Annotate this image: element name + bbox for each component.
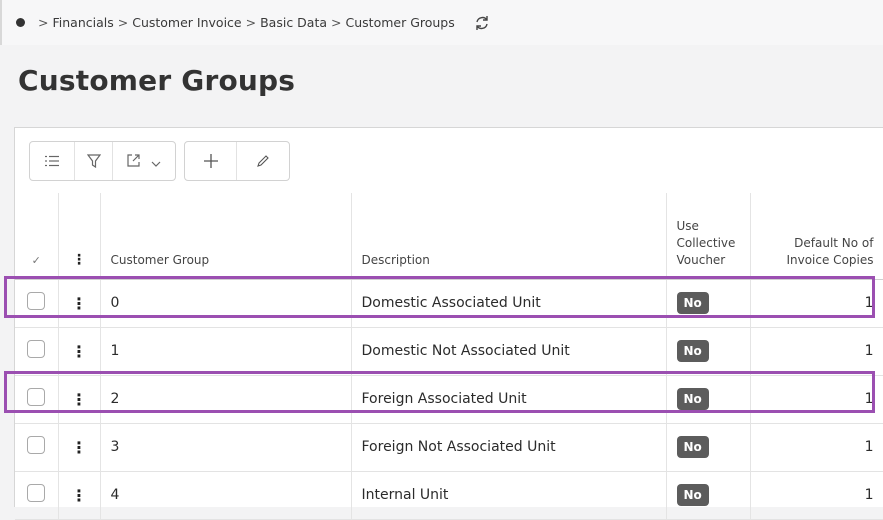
header-use-collective-voucher[interactable]: Use Collective Voucher <box>666 193 751 280</box>
header-customer-group[interactable]: Customer Group <box>100 193 352 280</box>
row-kebab-icon[interactable]: ⋮ <box>58 327 101 376</box>
cell-customer-group: 2 <box>100 375 352 424</box>
row-kebab-icon[interactable]: ⋮ <box>58 375 101 424</box>
cell-description: Foreign Not Associated Unit <box>351 423 667 472</box>
customer-groups-panel: ✓ ⋮ Customer Group Description Use Colle… <box>14 127 883 520</box>
voucher-badge: No <box>676 292 709 314</box>
breadcrumb-basic-data[interactable]: Basic Data <box>260 15 327 30</box>
kebab-header[interactable]: ⋮ <box>58 193 101 280</box>
table-row[interactable]: ⋮ 0 Domestic Associated Unit No 1 <box>15 279 883 328</box>
voucher-badge: No <box>676 340 709 362</box>
voucher-badge: No <box>676 484 709 506</box>
cell-description: Domestic Associated Unit <box>351 279 667 328</box>
toolbar-group-edit <box>184 141 290 181</box>
kebab-icon: ⋮ <box>72 251 86 268</box>
chevron-right-icon: > <box>38 15 49 30</box>
cell-invoice-copies: 1 <box>750 279 883 328</box>
customer-groups-table: ✓ ⋮ Customer Group Description Use Colle… <box>15 193 883 520</box>
breadcrumb-financials[interactable]: Financials <box>52 15 113 30</box>
cell-description: Internal Unit <box>351 471 667 520</box>
chevron-right-icon: > <box>245 15 257 30</box>
cell-description: Domestic Not Associated Unit <box>351 327 667 376</box>
table-header-row: ✓ ⋮ Customer Group Description Use Colle… <box>15 193 883 280</box>
cell-customer-group: 3 <box>100 423 352 472</box>
table-row[interactable]: ⋮ 2 Foreign Associated Unit No 1 <box>15 375 883 424</box>
row-checkbox[interactable] <box>27 436 46 454</box>
header-default-invoice-copies[interactable]: Default No of Invoice Copies <box>750 193 883 280</box>
header-description[interactable]: Description <box>351 193 667 280</box>
edit-icon[interactable] <box>237 142 289 180</box>
check-icon: ✓ <box>31 253 41 267</box>
breadcrumb-customer-groups: Customer Groups <box>345 15 455 30</box>
chevron-right-icon: > <box>117 15 129 30</box>
chevron-down-icon <box>151 152 161 171</box>
cell-invoice-copies: 1 <box>750 327 883 376</box>
cell-invoice-copies: 1 <box>750 375 883 424</box>
breadcrumb: > Financials > Customer Invoice > Basic … <box>0 0 883 45</box>
voucher-badge: No <box>676 436 709 458</box>
cell-customer-group: 4 <box>100 471 352 520</box>
cell-description: Foreign Associated Unit <box>351 375 667 424</box>
row-kebab-icon[interactable]: ⋮ <box>58 423 101 472</box>
list-icon[interactable] <box>30 142 75 180</box>
page-title: Customer Groups <box>18 64 296 97</box>
cell-customer-group: 1 <box>100 327 352 376</box>
filter-icon[interactable] <box>75 142 113 180</box>
table-toolbar <box>29 141 290 181</box>
breadcrumb-customer-invoice[interactable]: Customer Invoice <box>132 15 241 30</box>
table-row[interactable]: ⋮ 1 Domestic Not Associated Unit No 1 <box>15 327 883 376</box>
export-button[interactable] <box>113 142 175 180</box>
export-icon <box>127 152 141 171</box>
toolbar-group-view <box>29 141 176 181</box>
table-row[interactable]: ⋮ 4 Internal Unit No 1 <box>15 471 883 520</box>
chevron-right-icon: > <box>331 15 342 30</box>
row-kebab-icon[interactable]: ⋮ <box>58 471 101 520</box>
home-dot-icon[interactable] <box>16 18 25 27</box>
select-all-header[interactable]: ✓ <box>15 193 59 280</box>
cell-invoice-copies: 1 <box>750 471 883 520</box>
refresh-icon[interactable] <box>473 14 491 32</box>
row-checkbox[interactable] <box>27 484 46 502</box>
row-checkbox[interactable] <box>27 388 46 406</box>
cell-invoice-copies: 1 <box>750 423 883 472</box>
table-row[interactable]: ⋮ 3 Foreign Not Associated Unit No 1 <box>15 423 883 472</box>
row-kebab-icon[interactable]: ⋮ <box>58 279 101 328</box>
cell-customer-group: 0 <box>100 279 352 328</box>
row-checkbox[interactable] <box>27 292 46 310</box>
voucher-badge: No <box>676 388 709 410</box>
add-icon[interactable] <box>185 142 237 180</box>
row-checkbox[interactable] <box>27 340 46 358</box>
